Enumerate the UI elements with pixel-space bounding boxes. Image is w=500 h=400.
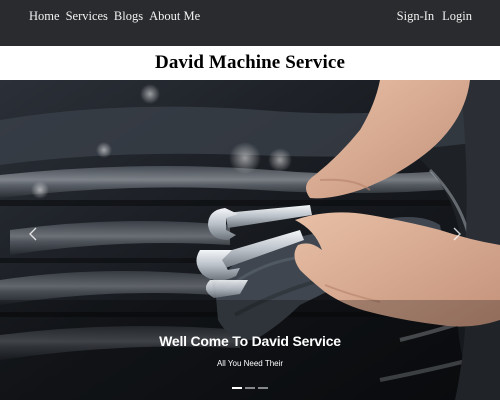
carousel-indicators xyxy=(232,387,268,389)
carousel-indicator-2[interactable] xyxy=(245,387,255,389)
nav-home-link[interactable]: Home xyxy=(29,9,60,24)
hero-carousel xyxy=(0,80,500,400)
carousel-prev-button[interactable] xyxy=(28,226,48,256)
nav-left-group: Home Services Blogs About Me xyxy=(29,9,200,24)
site-title: David Machine Service xyxy=(155,52,345,73)
carousel-caption-title: Well Come To David Service xyxy=(159,333,341,349)
nav-services-link[interactable]: Services xyxy=(66,9,108,24)
hero-slide-image xyxy=(0,80,500,400)
top-navbar: Home Services Blogs About Me Sign-In Log… xyxy=(0,0,500,46)
chevron-left-icon xyxy=(29,227,37,241)
carousel-caption-subtitle: All You Need Their xyxy=(216,359,284,368)
nav-right-group: Sign-In Login xyxy=(397,9,472,24)
nav-login-link[interactable]: Login xyxy=(442,9,472,24)
nav-blogs-link[interactable]: Blogs xyxy=(114,9,143,24)
chevron-right-icon xyxy=(453,227,461,241)
title-bar: David Machine Service xyxy=(0,46,500,80)
nav-about-link[interactable]: About Me xyxy=(149,9,200,24)
nav-sign-in-link[interactable]: Sign-In xyxy=(397,9,435,24)
carousel-indicator-1[interactable] xyxy=(232,387,242,389)
carousel-next-button[interactable] xyxy=(452,226,472,256)
carousel-indicator-3[interactable] xyxy=(258,387,268,389)
